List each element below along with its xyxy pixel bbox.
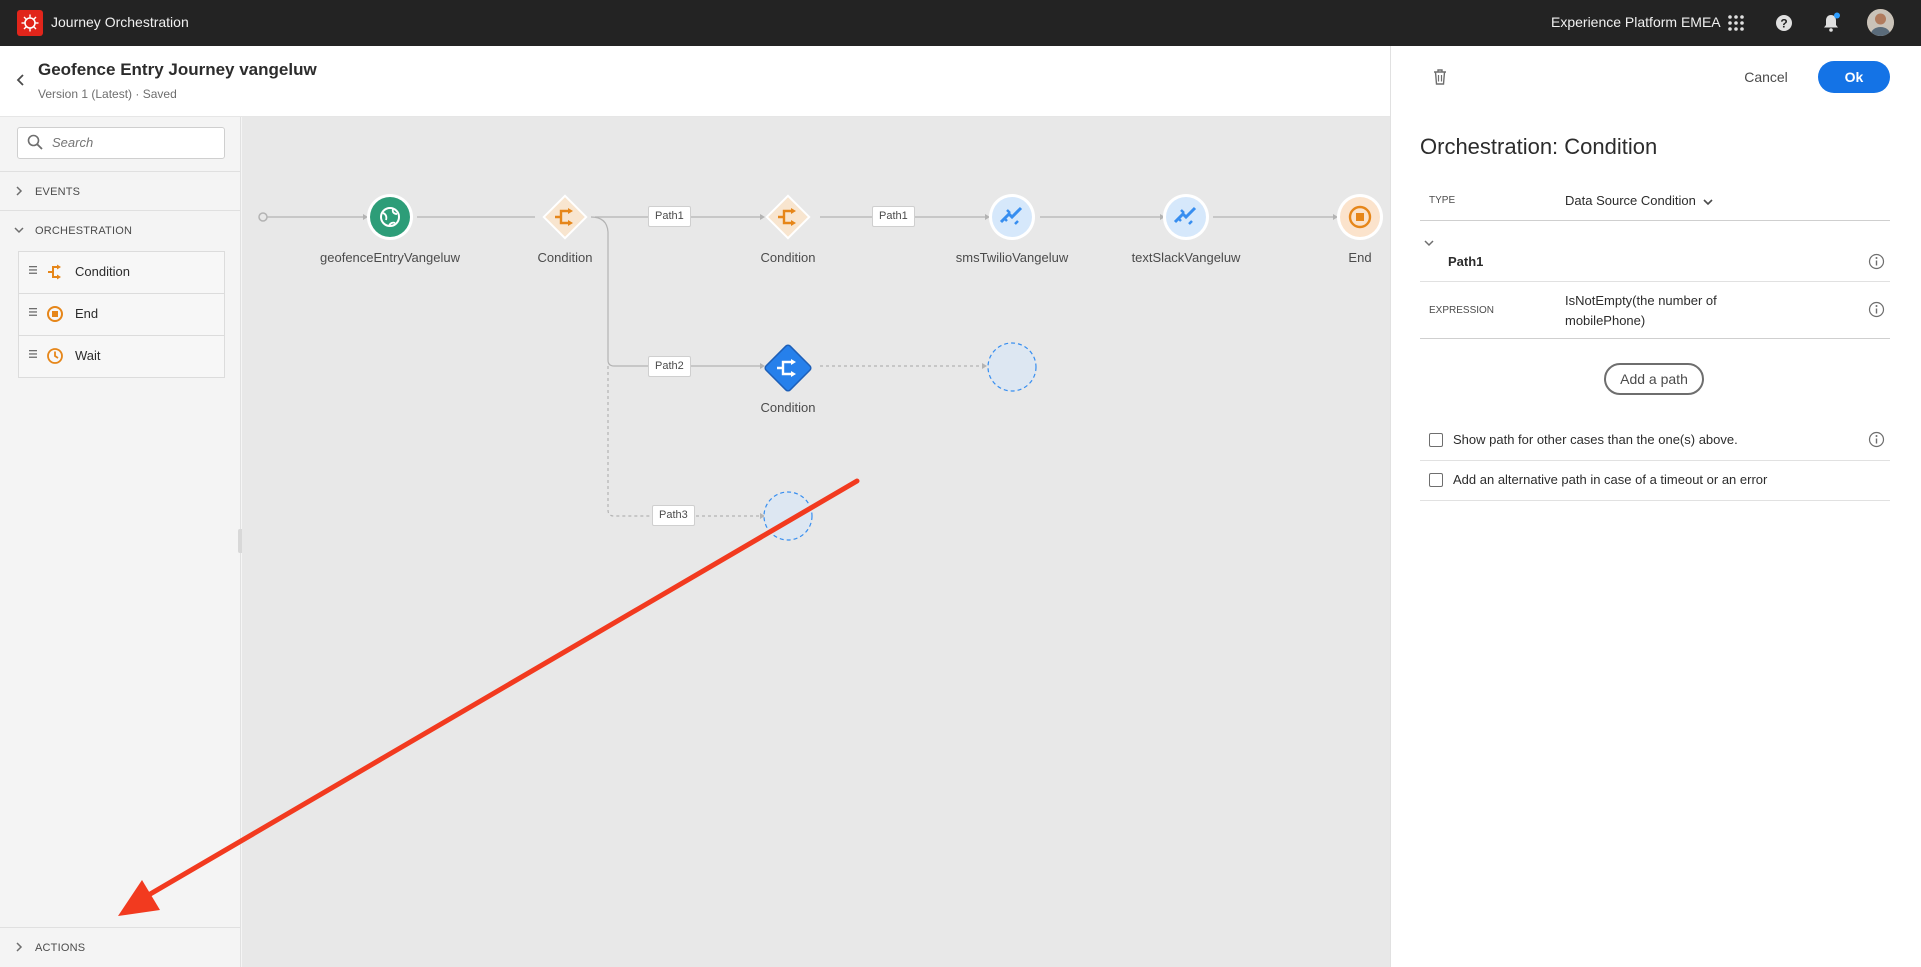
cancel-button[interactable]: Cancel (1736, 64, 1796, 90)
node-label: Condition (760, 250, 816, 265)
type-label: TYPE (1429, 195, 1456, 206)
empty-drop-target[interactable] (987, 342, 1037, 392)
condition-type-dropdown[interactable]: Data Source Condition (1565, 193, 1696, 208)
panel-title: Orchestration: Condition (1420, 134, 1658, 159)
checkbox-label: Add an alternative path in case of a tim… (1453, 472, 1768, 487)
checkbox-label: Show path for other cases than the one(s… (1453, 432, 1738, 447)
expression-label: EXPRESSION (1429, 305, 1495, 316)
info-icon[interactable] (1868, 301, 1885, 318)
path-name[interactable]: Path1 (1448, 254, 1483, 269)
node-label: Condition (760, 400, 816, 415)
expression-value[interactable]: IsNotEmpty(the number of mobilePhone) (1565, 291, 1765, 331)
condition-node-icon[interactable] (761, 190, 815, 244)
info-icon[interactable] (1868, 431, 1885, 448)
path-tag[interactable]: Path3 (652, 505, 695, 526)
action-node-icon[interactable] (987, 192, 1037, 242)
node-label: geofenceEntryVangeluw (320, 250, 460, 265)
chevron-down-icon[interactable] (1423, 236, 1435, 248)
node-label: textSlackVangeluw (1131, 250, 1241, 265)
add-path-button[interactable]: Add a path (1604, 363, 1704, 395)
end-node-icon[interactable] (1335, 192, 1385, 242)
condition-node-icon[interactable] (538, 190, 592, 244)
path-tag[interactable]: Path2 (648, 356, 691, 377)
path-tag[interactable]: Path1 (648, 206, 691, 227)
show-other-cases-row[interactable]: Show path for other cases than the one(s… (1420, 420, 1890, 461)
path-tag[interactable]: Path1 (872, 206, 915, 227)
ok-button[interactable]: Ok (1818, 61, 1890, 93)
empty-drop-target[interactable] (763, 491, 813, 541)
node-label: Condition (537, 250, 593, 265)
info-icon[interactable] (1868, 253, 1885, 270)
properties-panel (1390, 46, 1921, 967)
action-node-icon[interactable] (1161, 192, 1211, 242)
divider (1420, 281, 1890, 282)
timeout-path-row[interactable]: Add an alternative path in case of a tim… (1420, 460, 1890, 501)
node-label: smsTwilioVangeluw (955, 250, 1069, 265)
divider (1420, 338, 1890, 339)
show-other-cases-checkbox[interactable] (1429, 433, 1443, 447)
timeout-path-checkbox[interactable] (1429, 473, 1443, 487)
condition-node-selected-icon[interactable] (759, 339, 817, 397)
chevron-down-icon[interactable] (1702, 195, 1714, 207)
divider (1420, 220, 1890, 221)
trash-icon[interactable] (1431, 68, 1449, 86)
event-node-icon[interactable] (365, 192, 415, 242)
